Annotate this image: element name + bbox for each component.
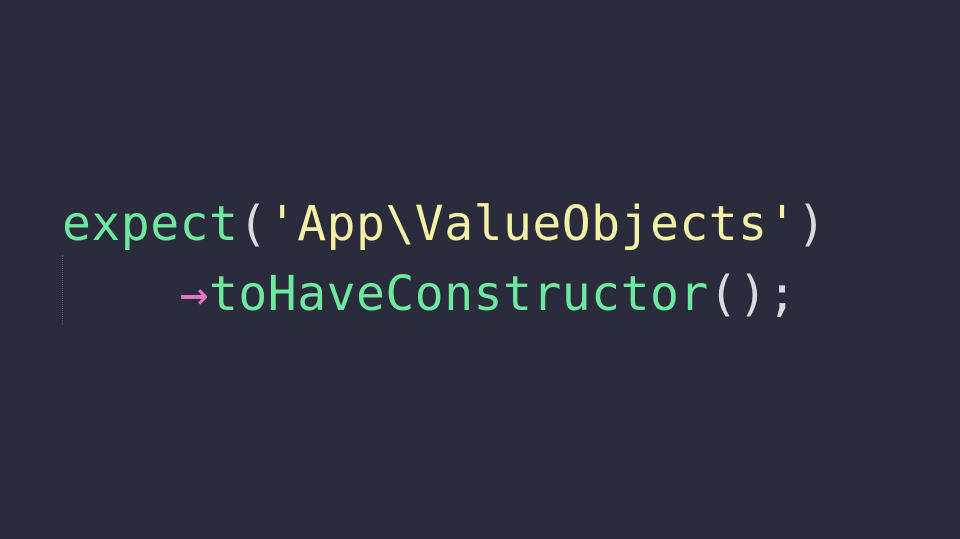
- open-paren: (: [238, 196, 267, 252]
- code-snippet: expect('App\ValueObjects') →toHaveConstr…: [62, 190, 826, 329]
- indent-guide: [62, 255, 63, 325]
- method-name: toHaveConstructor: [209, 266, 709, 322]
- arrow-operator: →: [180, 266, 209, 322]
- close-paren: ): [738, 266, 767, 322]
- semicolon: ;: [768, 266, 797, 322]
- code-line-2: →toHaveConstructor();: [62, 260, 826, 330]
- code-line-1: expect('App\ValueObjects'): [62, 190, 826, 260]
- function-name: expect: [62, 196, 238, 252]
- string-literal: 'App\ValueObjects': [268, 196, 797, 252]
- indent-space: [62, 266, 180, 322]
- close-paren: ): [797, 196, 826, 252]
- open-paren: (: [709, 266, 738, 322]
